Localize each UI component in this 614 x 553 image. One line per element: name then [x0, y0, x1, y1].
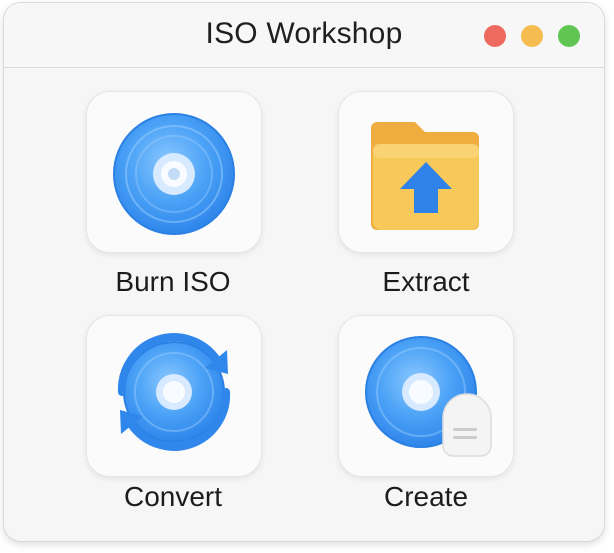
burn-disc-icon — [113, 113, 235, 235]
create-tile[interactable] — [338, 315, 514, 477]
convert-tile[interactable] — [86, 315, 262, 477]
close-button[interactable] — [484, 25, 506, 47]
extract-label: Extract — [382, 266, 470, 297]
burn-iso-label: Burn ISO — [115, 266, 231, 297]
window-title: ISO Workshop — [205, 17, 403, 50]
create-disc-icon — [365, 336, 492, 457]
create-label: Create — [383, 481, 469, 512]
app-window: ISO Workshop Burn ISO Extract Convert Cr… — [3, 2, 605, 542]
convert-label: Convert — [123, 481, 223, 512]
extract-tile[interactable] — [338, 91, 514, 253]
minimize-button[interactable] — [521, 25, 543, 47]
convert-disc-icon — [117, 333, 231, 451]
burn-iso-tile[interactable] — [86, 91, 262, 253]
title-bar[interactable]: ISO Workshop — [4, 3, 604, 68]
zoom-button[interactable] — [558, 25, 580, 47]
folder-upload-icon — [371, 122, 479, 230]
